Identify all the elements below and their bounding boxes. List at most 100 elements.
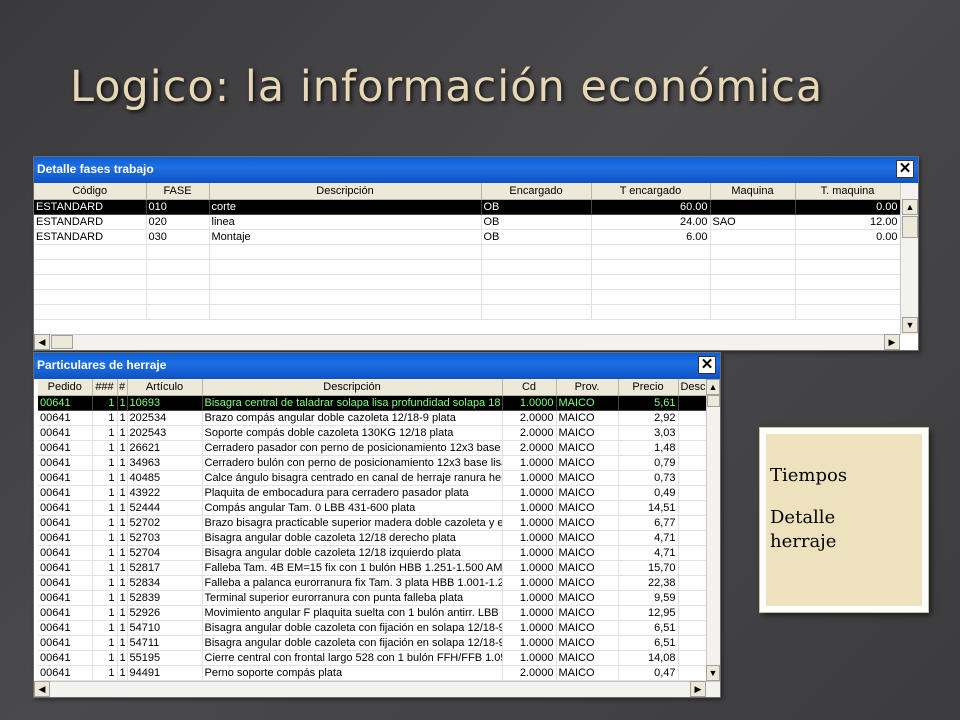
herraje-table-cell: 1 <box>92 665 118 681</box>
herraje-column-header[interactable]: Cd <box>502 379 557 396</box>
herraje-table-cell: 12,95 <box>618 605 679 621</box>
fases-table-row[interactable]: ESTANDARD 020 linea OB 24.00 SAO 12.00 <box>34 214 901 230</box>
herraje-table-cell: 1 <box>92 560 118 576</box>
scroll-down-arrow-icon[interactable]: ▼ <box>902 317 918 333</box>
herraje-table-row[interactable]: 00641 1 1 43922 Plaquita de embocadura para … <box>38 485 709 501</box>
herraje-column-header[interactable]: ### <box>92 379 118 396</box>
herraje-vertical-scrollbar[interactable]: ▲ ▼ <box>706 379 720 681</box>
herraje-table-row[interactable]: 00641 1 1 10693 Bisagra central de taladrar … <box>38 395 709 411</box>
herraje-table-cell: MAICO <box>556 635 619 651</box>
herraje-table-cell: 1 <box>117 515 128 531</box>
fases-vertical-scrollbar[interactable]: ▲ ▼ <box>900 183 918 335</box>
fases-column-header[interactable]: T encargado <box>591 183 711 200</box>
fases-table-cell: SAO <box>710 214 796 230</box>
herraje-table-cell: MAICO <box>556 425 619 441</box>
herraje-column-header[interactable]: # <box>117 379 128 396</box>
fases-column-header[interactable]: Código <box>34 183 147 200</box>
herraje-table-cell: 1 <box>117 440 128 456</box>
herraje-table-cell: 1 <box>117 620 128 636</box>
fases-table-row[interactable] <box>34 259 901 275</box>
herraje-table-cell: 5,61 <box>618 395 679 411</box>
scroll-left-arrow-icon[interactable]: ◀ <box>34 681 50 697</box>
scroll-up-arrow-icon[interactable]: ▲ <box>706 379 720 395</box>
fases-table-row[interactable] <box>34 274 901 290</box>
herraje-table-cell: 00641 <box>38 605 93 621</box>
herraje-table-row[interactable]: 00641 1 1 34963 Cerradero bulón con perno de… <box>38 455 709 471</box>
herraje-table-cell <box>678 560 709 576</box>
herraje-table-row[interactable]: 00641 1 1 202534 Brazo compás angular doble … <box>38 410 709 426</box>
herraje-table-cell: 1 <box>117 650 128 666</box>
herraje-titlebar[interactable]: Particulares de herraje ✕ <box>34 353 720 379</box>
scroll-right-arrow-icon[interactable]: ▶ <box>690 681 706 697</box>
herraje-table-cell: 34963 <box>127 455 203 471</box>
herraje-table-cell <box>678 455 709 471</box>
herraje-table-cell: 1.0000 <box>502 545 557 561</box>
herraje-table-cell: 1 <box>117 485 128 501</box>
herraje-table-cell <box>678 470 709 486</box>
herraje-column-header[interactable]: Descripción <box>202 379 503 396</box>
fases-table-cell <box>146 304 210 320</box>
scroll-left-arrow-icon[interactable]: ◀ <box>34 334 50 350</box>
herraje-table-row[interactable]: 00641 1 1 40485 Calce ángulo bisagra centrad… <box>38 470 709 486</box>
fases-column-header[interactable]: Maquina <box>710 183 796 200</box>
herraje-table-cell: Cierre central con frontal largo 528 con… <box>202 650 503 666</box>
herraje-table-cell: 00641 <box>38 545 93 561</box>
fases-table-cell: 24.00 <box>591 214 711 230</box>
herraje-table-row[interactable]: 00641 1 1 94491 Perno soporte compás plata 2.… <box>38 665 709 681</box>
herraje-table-cell: 2.0000 <box>502 425 557 441</box>
fases-table-cell: 010 <box>146 199 210 215</box>
herraje-table-row[interactable]: 00641 1 1 26621 Cerradero pasador con perno … <box>38 440 709 456</box>
scroll-down-arrow-icon[interactable]: ▼ <box>706 665 720 681</box>
herraje-table-row[interactable]: 00641 1 1 52444 Compás angular Tam. 0 LBB 43… <box>38 500 709 516</box>
fases-vscroll-thumb[interactable] <box>902 216 918 238</box>
herraje-column-header[interactable]: Artículo <box>127 379 203 396</box>
fases-table-row[interactable]: ESTANDARD 010 corte OB 60.00 0.00 <box>34 199 901 215</box>
herraje-table-row[interactable]: 00641 1 1 52926 Movimiento angular F plaquit… <box>38 605 709 621</box>
fases-table-row[interactable] <box>34 244 901 260</box>
herraje-column-header[interactable]: Desc <box>678 379 709 396</box>
herraje-table-row[interactable]: 00641 1 1 52704 Bisagra angular doble cazole… <box>38 545 709 561</box>
note-detalle-herraje: Detalle herraje <box>770 507 837 552</box>
fases-table-row[interactable] <box>34 304 901 320</box>
herraje-table-row[interactable]: 00641 1 1 52839 Terminal superior eurorranur… <box>38 590 709 606</box>
herraje-table-row[interactable]: 00641 1 1 54710 Bisagra angular doble cazole… <box>38 620 709 636</box>
fases-table-cell <box>591 244 711 260</box>
herraje-table-cell: MAICO <box>556 560 619 576</box>
herraje-column-header[interactable]: Pedido <box>38 379 93 396</box>
fases-column-header[interactable]: FASE <box>146 183 210 200</box>
fases-hscroll-thumb[interactable] <box>51 335 73 349</box>
scroll-up-arrow-icon[interactable]: ▲ <box>902 199 918 215</box>
fases-hscroll-track[interactable]: ◀ ▶ <box>34 334 900 350</box>
herraje-column-header[interactable]: Precio <box>618 379 679 396</box>
fases-window: Detalle fases trabajo ✕ Código FASE Descri… <box>33 156 919 351</box>
herraje-table-row[interactable]: 00641 1 1 52834 Falleba a palanca eurorranur… <box>38 575 709 591</box>
herraje-table-row[interactable]: 00641 1 1 202543 Soporte compás doble cazole… <box>38 425 709 441</box>
fases-table-cell <box>710 274 796 290</box>
herraje-table-row[interactable]: 00641 1 1 54711 Bisagra angular doble cazole… <box>38 635 709 651</box>
herraje-table-cell: 1.0000 <box>502 575 557 591</box>
herraje-table-cell: Calce ángulo bisagra centrado en canal d… <box>202 470 503 486</box>
fases-table-row[interactable] <box>34 289 901 305</box>
fases-close-button[interactable]: ✕ <box>896 160 914 178</box>
herraje-vscroll-thumb[interactable] <box>707 395 720 407</box>
fases-titlebar[interactable]: Detalle fases trabajo ✕ <box>34 157 918 183</box>
herraje-column-header[interactable]: Prov. <box>556 379 619 396</box>
herraje-table-cell: 43922 <box>127 485 203 501</box>
herraje-table-cell: 22,38 <box>618 575 679 591</box>
scroll-right-arrow-icon[interactable]: ▶ <box>884 334 900 350</box>
herraje-table-cell: 52703 <box>127 530 203 546</box>
fases-column-header[interactable]: Encargado <box>481 183 592 200</box>
fases-table-cell <box>710 229 796 245</box>
herraje-table-row[interactable]: 00641 1 1 52817 Falleba Tam. 4B EM=15 fix co… <box>38 560 709 576</box>
herraje-table-cell: MAICO <box>556 500 619 516</box>
herraje-table-cell: 00641 <box>38 455 93 471</box>
fases-column-header[interactable]: T. maquina <box>795 183 901 200</box>
herraje-close-button[interactable]: ✕ <box>698 356 716 374</box>
herraje-table-row[interactable]: 00641 1 1 55195 Cierre central con frontal l… <box>38 650 709 666</box>
fases-table-row[interactable]: ESTANDARD 030 Montaje OB 6.00 0.00 <box>34 229 901 245</box>
herraje-table-row[interactable]: 00641 1 1 52703 Bisagra angular doble cazole… <box>38 530 709 546</box>
herraje-table-cell: 52702 <box>127 515 203 531</box>
herraje-table-row[interactable]: 00641 1 1 52702 Brazo bisagra practicable su… <box>38 515 709 531</box>
fases-column-header[interactable]: Descripción <box>209 183 482 200</box>
herraje-horizontal-scrollbar[interactable]: ◀ ▶ <box>34 681 720 697</box>
